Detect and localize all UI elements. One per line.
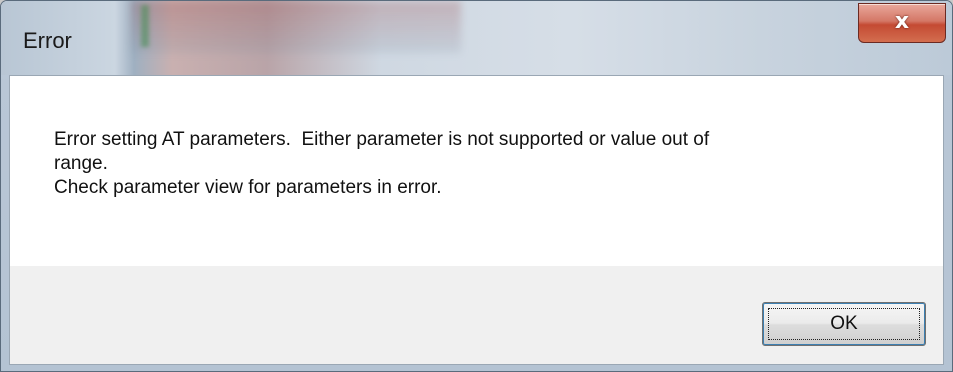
- error-message: Error setting AT parameters. Either para…: [54, 128, 904, 200]
- close-icon: x: [894, 9, 910, 34]
- message-line: range.: [54, 153, 108, 174]
- ok-button-label: OK: [830, 313, 858, 334]
- dialog-body: Error setting AT parameters. Either para…: [9, 75, 944, 365]
- message-line: Error setting AT parameters. Either para…: [54, 129, 710, 150]
- error-dialog: Error x Error setting AT parameters. Eit…: [0, 0, 953, 372]
- ok-button[interactable]: OK: [762, 302, 926, 346]
- message-area: Error setting AT parameters. Either para…: [10, 76, 943, 266]
- close-button[interactable]: x: [858, 3, 946, 43]
- message-line: Check parameter view for parameters in e…: [54, 177, 442, 198]
- title-bar[interactable]: Error x: [1, 1, 952, 75]
- dialog-title: Error: [23, 28, 72, 53]
- background-blur-accent: [141, 5, 149, 47]
- background-blur: [131, 1, 461, 53]
